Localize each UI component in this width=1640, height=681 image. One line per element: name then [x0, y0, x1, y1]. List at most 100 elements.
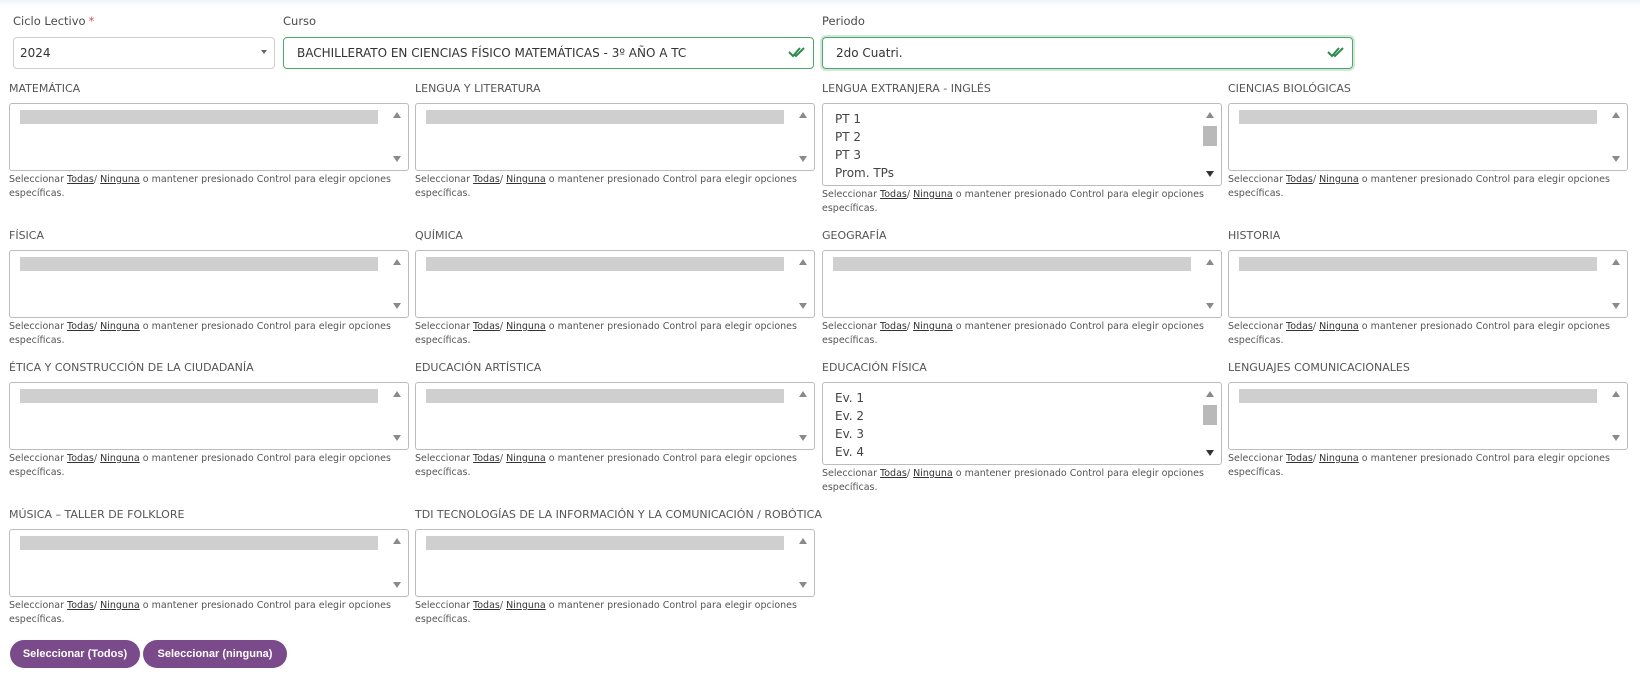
ciclo-lectivo-value: 2024: [20, 46, 51, 60]
subject-listbox[interactable]: [415, 382, 815, 450]
subject-listbox[interactable]: PT 1 PT 2 PT 3 Prom. TPs: [822, 103, 1222, 186]
ciclo-lectivo-label: Ciclo Lectivo *: [13, 14, 95, 28]
select-all-link[interactable]: Todas: [1286, 321, 1313, 332]
scroll-down-icon[interactable]: [1612, 303, 1620, 309]
scrollbar-thumb[interactable]: [1203, 126, 1217, 146]
select-none-link[interactable]: Ninguna: [913, 189, 953, 200]
empty-option: [426, 389, 784, 403]
list-item[interactable]: Ev. 3: [835, 425, 864, 443]
select-all-link[interactable]: Todas: [67, 453, 94, 464]
select-all-link[interactable]: Todas: [473, 174, 500, 185]
select-all-link[interactable]: Todas: [473, 600, 500, 611]
subject-listbox[interactable]: [822, 250, 1222, 318]
subject-listbox[interactable]: [415, 529, 815, 597]
select-none-link[interactable]: Ninguna: [100, 600, 140, 611]
select-all-link[interactable]: Todas: [880, 321, 907, 332]
scroll-down-icon[interactable]: [1206, 171, 1214, 177]
subject-fisica: FÍSICA Seleccionar Todas/ Ninguna o mant…: [9, 227, 409, 348]
curso-select[interactable]: BACHILLERATO EN CIENCIAS FÍSICO MATEMÁTI…: [283, 37, 814, 69]
select-none-button[interactable]: Seleccionar (ninguna): [143, 640, 287, 668]
scroll-up-icon[interactable]: [799, 391, 807, 397]
subject-listbox[interactable]: [9, 529, 409, 597]
select-all-link[interactable]: Todas: [880, 468, 907, 479]
scroll-up-icon[interactable]: [393, 259, 401, 265]
scroll-down-icon[interactable]: [799, 156, 807, 162]
scroll-down-icon[interactable]: [1612, 156, 1620, 162]
select-none-link[interactable]: Ninguna: [506, 600, 546, 611]
select-all-link[interactable]: Todas: [1286, 174, 1313, 185]
scroll-up-icon[interactable]: [1206, 259, 1214, 265]
scroll-up-icon[interactable]: [393, 391, 401, 397]
scroll-down-icon[interactable]: [393, 303, 401, 309]
subject-title: ÉTICA Y CONSTRUCCIÓN DE LA CIUDADANÍA: [9, 361, 254, 374]
subject-ed-fisica: EDUCACIÓN FÍSICA Ev. 1 Ev. 2 Ev. 3 Ev. 4…: [822, 359, 1222, 495]
subject-listbox[interactable]: [415, 250, 815, 318]
select-none-link[interactable]: Ninguna: [506, 174, 546, 185]
select-all-link[interactable]: Todas: [1286, 453, 1313, 464]
scroll-up-icon[interactable]: [799, 259, 807, 265]
subject-listbox[interactable]: Ev. 1 Ev. 2 Ev. 3 Ev. 4: [822, 382, 1222, 465]
scroll-down-icon[interactable]: [1206, 303, 1214, 309]
subject-listbox[interactable]: [1228, 103, 1628, 171]
scroll-up-icon[interactable]: [1612, 391, 1620, 397]
scroll-up-icon[interactable]: [1206, 112, 1214, 118]
select-none-link[interactable]: Ninguna: [1319, 321, 1359, 332]
subject-listbox[interactable]: [9, 103, 409, 171]
list-item[interactable]: Prom. TPs: [835, 164, 894, 182]
select-none-link[interactable]: Ninguna: [100, 321, 140, 332]
scroll-up-icon[interactable]: [1612, 112, 1620, 118]
list-item[interactable]: Ev. 1: [835, 389, 864, 407]
scroll-down-icon[interactable]: [1206, 450, 1214, 456]
select-none-link[interactable]: Ninguna: [913, 468, 953, 479]
scroll-down-icon[interactable]: [799, 303, 807, 309]
scrollbar-thumb[interactable]: [1203, 405, 1217, 425]
scroll-down-icon[interactable]: [393, 156, 401, 162]
scroll-down-icon[interactable]: [1612, 435, 1620, 441]
list-item[interactable]: PT 3: [835, 146, 894, 164]
select-all-link[interactable]: Todas: [473, 321, 500, 332]
select-none-link[interactable]: Ninguna: [1319, 174, 1359, 185]
help-text: Seleccionar Todas/ Ninguna o mantener pr…: [415, 174, 797, 199]
subject-listbox[interactable]: [415, 103, 815, 171]
select-all-link[interactable]: Todas: [67, 321, 94, 332]
double-check-icon: [788, 47, 805, 58]
select-none-link[interactable]: Ninguna: [1319, 453, 1359, 464]
select-none-link[interactable]: Ninguna: [506, 321, 546, 332]
select-all-button[interactable]: Seleccionar (Todos): [10, 640, 140, 668]
scroll-down-icon[interactable]: [799, 582, 807, 588]
select-none-link[interactable]: Ninguna: [913, 321, 953, 332]
select-all-link[interactable]: Todas: [67, 174, 94, 185]
subject-listbox[interactable]: [9, 382, 409, 450]
scroll-up-icon[interactable]: [1612, 259, 1620, 265]
help-text: Seleccionar Todas/ Ninguna o mantener pr…: [822, 468, 1204, 493]
subject-listbox[interactable]: [1228, 250, 1628, 318]
scroll-up-icon[interactable]: [799, 112, 807, 118]
subject-matematica: MATEMÁTICA Seleccionar Todas/ Ninguna o …: [9, 80, 409, 201]
list-item[interactable]: Ev. 2: [835, 407, 864, 425]
select-all-link[interactable]: Todas: [473, 453, 500, 464]
help-text: Seleccionar Todas/ Ninguna o mantener pr…: [9, 174, 391, 199]
scroll-down-icon[interactable]: [393, 582, 401, 588]
subject-ingles: LENGUA EXTRANJERA - INGLÉS PT 1 PT 2 PT …: [822, 80, 1222, 216]
list-item[interactable]: PT 1: [835, 110, 894, 128]
select-all-link[interactable]: Todas: [67, 600, 94, 611]
scroll-up-icon[interactable]: [393, 538, 401, 544]
scroll-up-icon[interactable]: [393, 112, 401, 118]
scroll-down-icon[interactable]: [393, 435, 401, 441]
list-item[interactable]: PT 2: [835, 128, 894, 146]
list-item[interactable]: Ev. 4: [835, 443, 864, 461]
select-none-link[interactable]: Ninguna: [100, 174, 140, 185]
help-text: Seleccionar Todas/ Ninguna o mantener pr…: [822, 189, 1204, 214]
periodo-select[interactable]: 2do Cuatri.: [822, 37, 1353, 69]
select-all-link[interactable]: Todas: [880, 189, 907, 200]
subject-listbox[interactable]: [9, 250, 409, 318]
subject-musica: MÚSICA – TALLER DE FOLKLORE Seleccionar …: [9, 506, 409, 627]
ciclo-lectivo-select[interactable]: 2024: [13, 37, 275, 69]
scroll-up-icon[interactable]: [1206, 391, 1214, 397]
subject-lenguajes: LENGUAJES COMUNICACIONALES Seleccionar T…: [1228, 359, 1628, 480]
select-none-link[interactable]: Ninguna: [100, 453, 140, 464]
scroll-down-icon[interactable]: [799, 435, 807, 441]
select-none-link[interactable]: Ninguna: [506, 453, 546, 464]
subject-listbox[interactable]: [1228, 382, 1628, 450]
scroll-up-icon[interactable]: [799, 538, 807, 544]
